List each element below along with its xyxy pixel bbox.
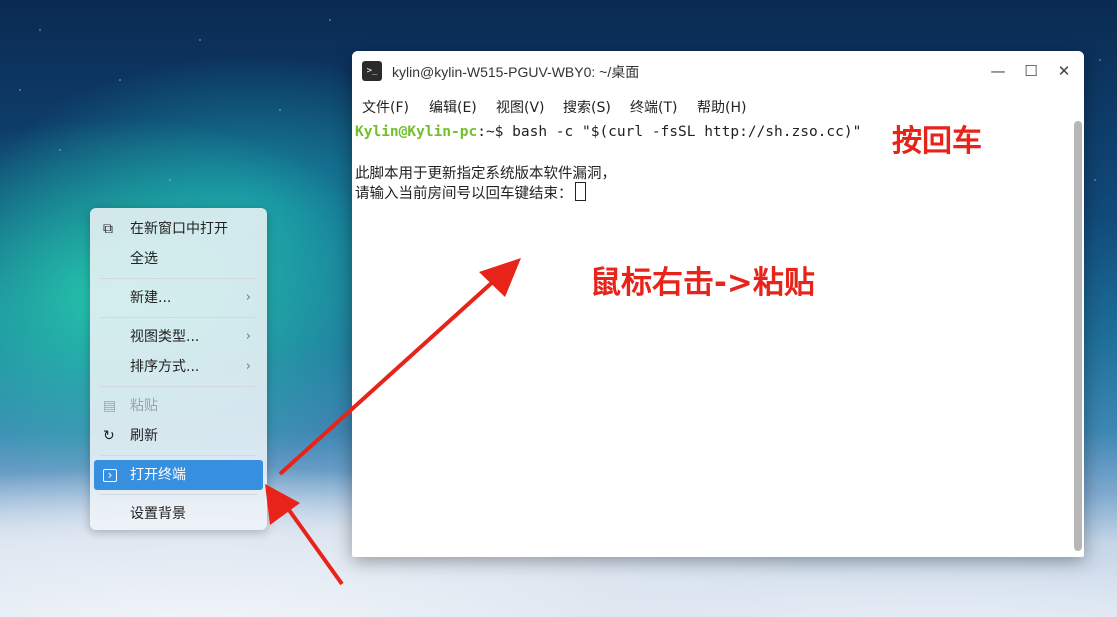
annotation-arrows xyxy=(265,258,521,586)
annotation-arrow-line xyxy=(278,277,498,476)
annotation-arrow-line xyxy=(282,501,344,586)
